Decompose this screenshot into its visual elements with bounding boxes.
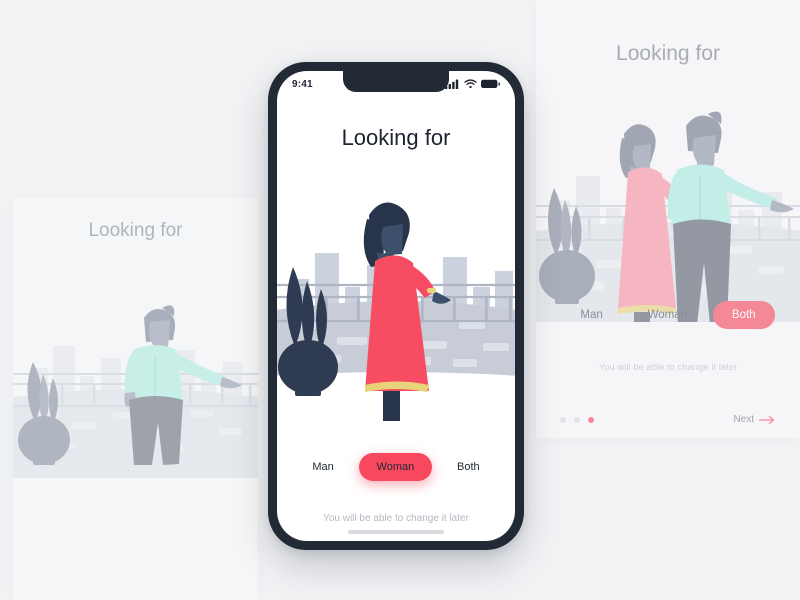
page-dot-2[interactable] [574,416,580,423]
card-footer: Next [536,414,800,425]
page-dot-3[interactable] [588,416,594,423]
option-woman[interactable]: Woman [358,453,433,481]
option-woman[interactable]: Woman [629,301,706,329]
gender-options-right[interactable]: Man Woman Both [536,300,800,330]
phone-screen: 9:41 Looking for Man Woman Both You will… [277,71,515,541]
page-dot-1[interactable] [560,416,566,423]
next-button[interactable]: Next [733,414,776,425]
wifi-icon [464,79,477,89]
arrow-right-icon [759,415,775,424]
page-title: Looking for [88,220,183,241]
onboarding-card-left: Looking for [13,198,258,600]
option-both[interactable]: Both [712,301,775,329]
illustration-couple-at-railing [536,72,800,322]
page-dots[interactable] [560,416,594,423]
onboarding-card-right: Looking for Man Woman Both You will be a… [536,0,800,438]
battery-icon [481,79,500,88]
illustration-man-at-railing [13,250,258,478]
phone-mockup: 9:41 Looking for Man Woman Both You will… [268,62,524,550]
option-both[interactable]: Both [439,453,498,481]
home-indicator [348,530,444,534]
phone-notch [343,71,449,92]
status-clock: 9:41 [292,78,313,90]
hint-text: You will be able to change it later [323,513,469,524]
gender-options-phone[interactable]: Man Woman Both [277,452,515,482]
option-man[interactable]: Man [294,453,351,481]
page-title: Looking for [616,42,720,65]
option-man[interactable]: Man [561,301,621,329]
status-icons [445,79,500,89]
next-label: Next [733,414,754,425]
illustration-woman-at-railing [277,171,515,427]
hint-text: You will be able to change it later [598,362,738,373]
page-title: Looking for [341,125,451,150]
